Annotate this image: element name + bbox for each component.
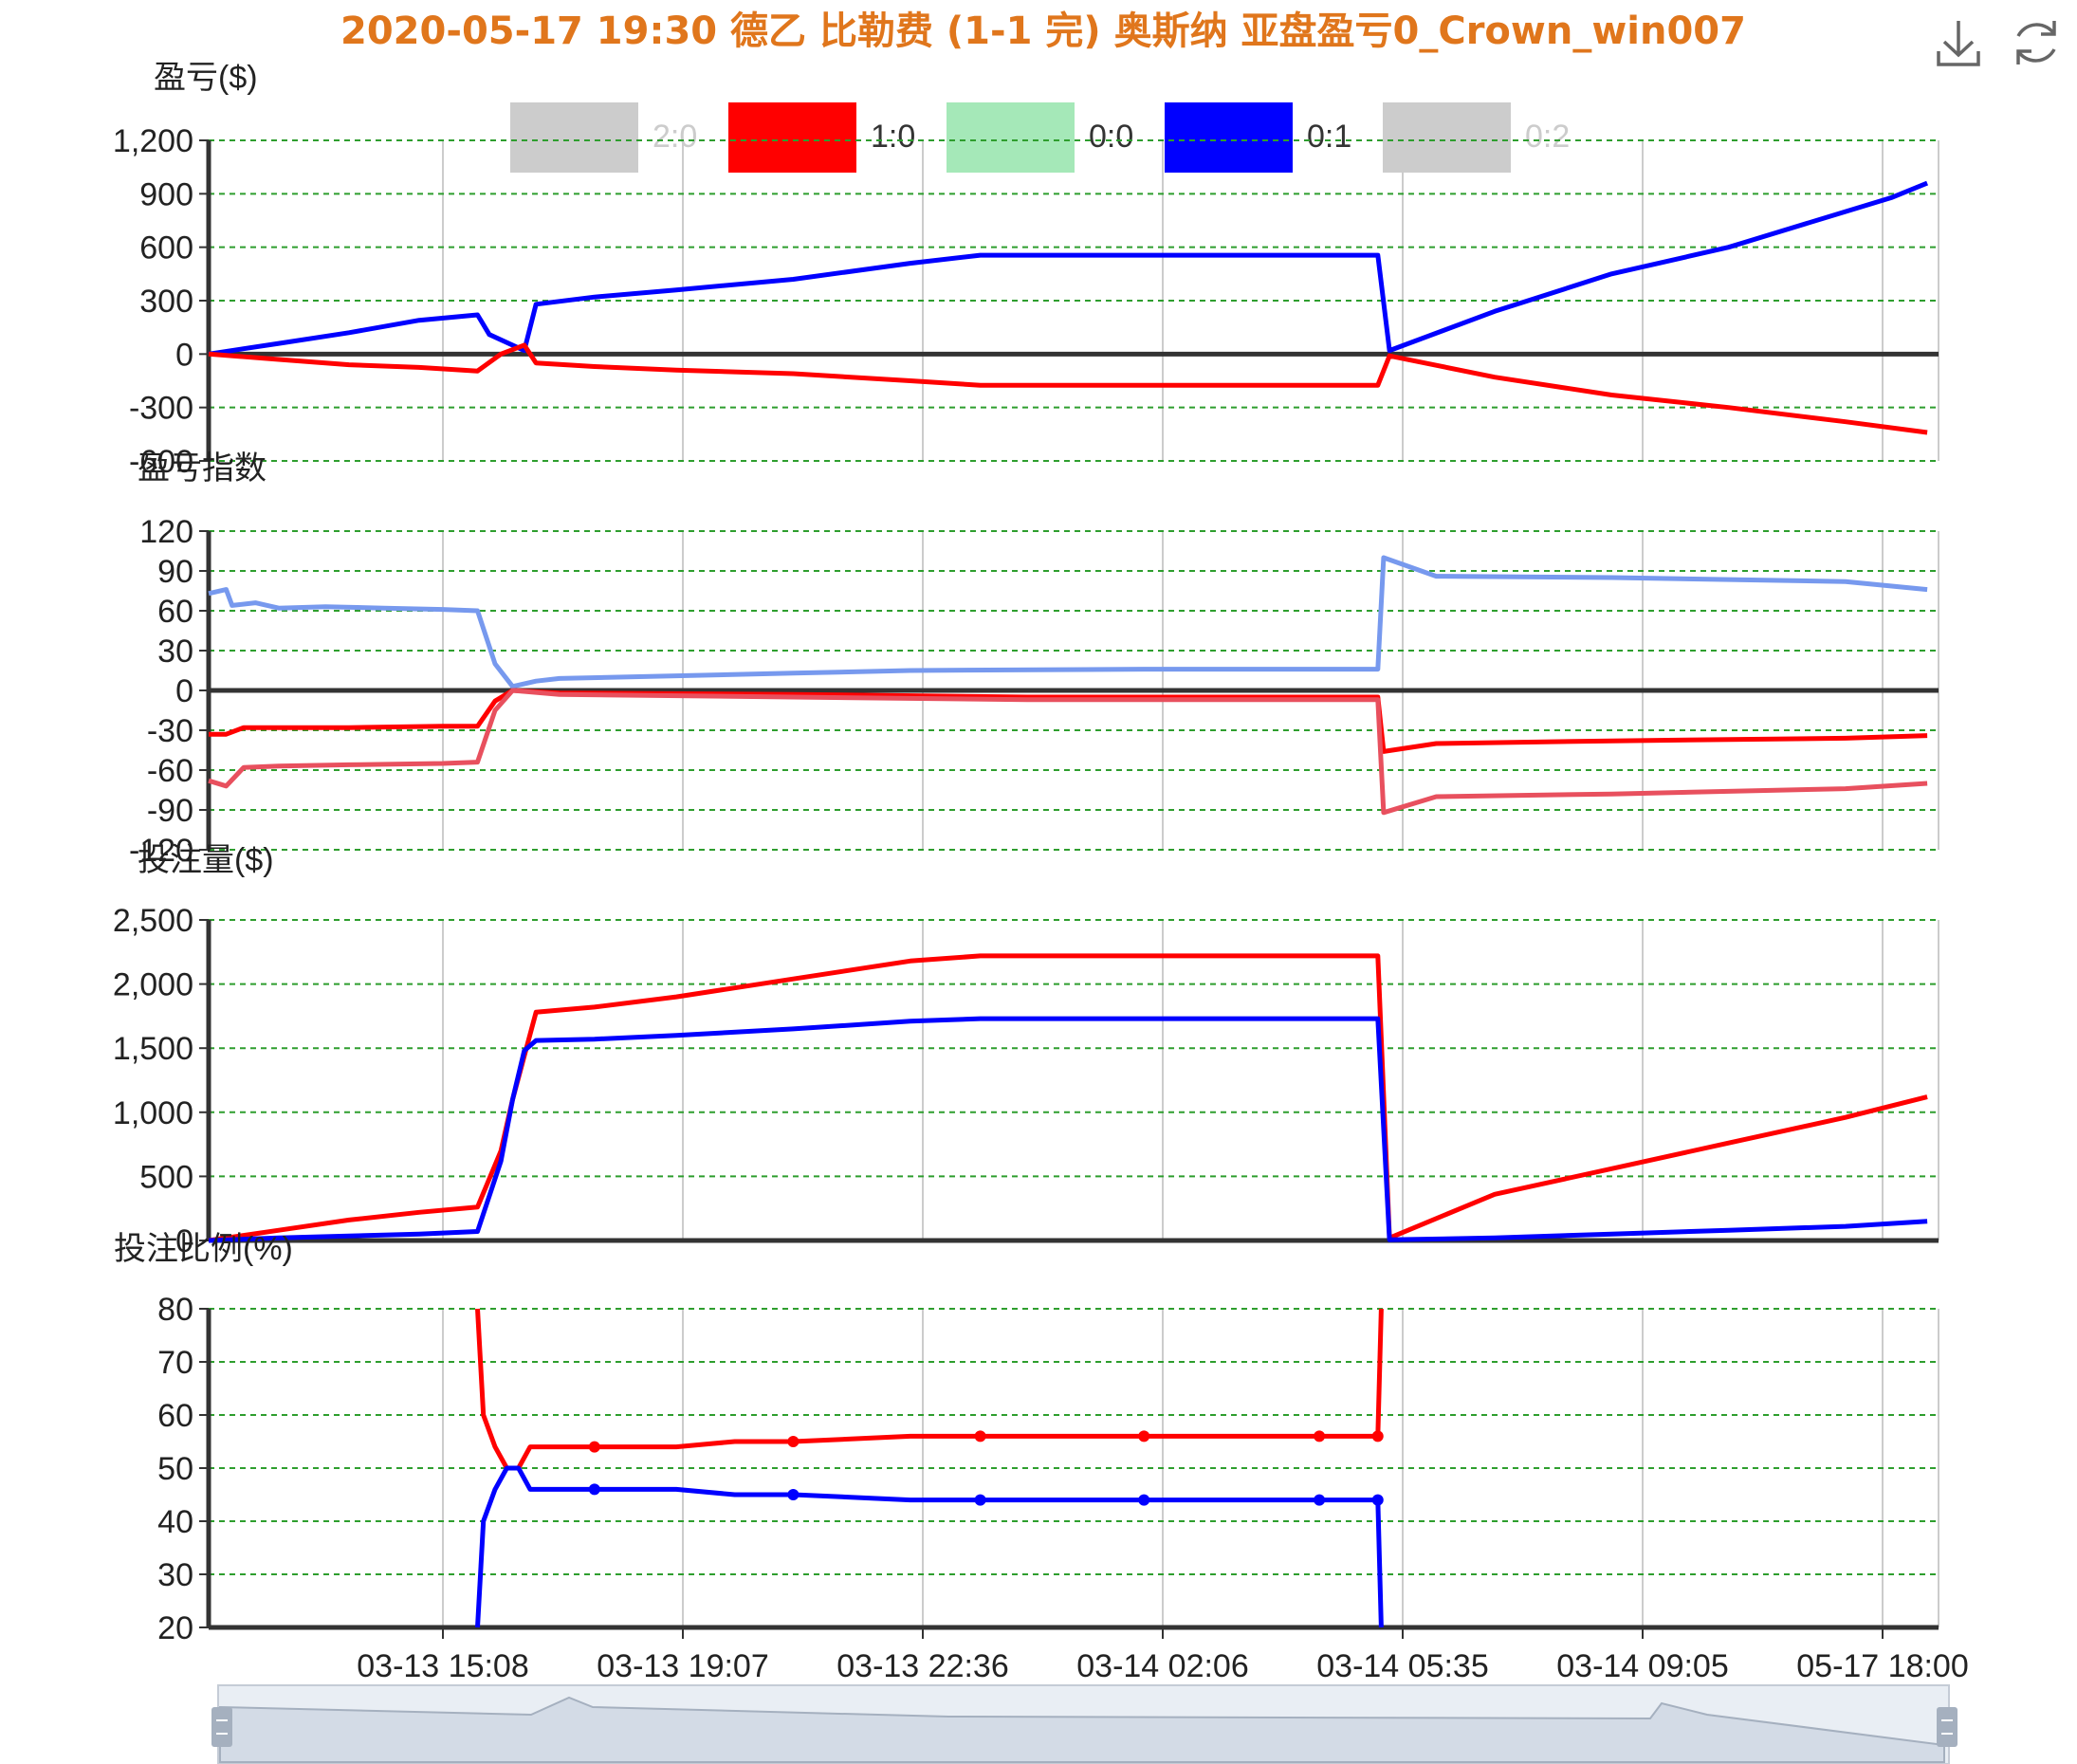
x-tick-label: 03-14 02:06 — [1076, 1648, 1249, 1684]
x-tick-label: 05-17 18:00 — [1796, 1648, 1969, 1684]
series-line-0-1 — [208, 555, 1928, 689]
y-tick-label: 80 — [157, 1292, 193, 1328]
series-point — [1314, 1494, 1326, 1506]
y-tick-label: 120 — [139, 514, 193, 550]
panel-2: 1209060300-30-60-90-120盈亏指数 — [129, 450, 1939, 869]
x-tick-label: 03-13 15:08 — [357, 1648, 529, 1684]
slider-right-handle[interactable] — [1937, 1707, 1958, 1747]
legend-label: 0:2 — [1525, 119, 1570, 155]
toolbox — [1937, 21, 2056, 66]
panel-title: 投注量($) — [138, 842, 274, 878]
y-tick-label: -300 — [129, 391, 193, 427]
legend-label: 1:0 — [871, 119, 915, 155]
series-point — [1371, 1494, 1384, 1506]
x-axis: 03-13 15:08 03-13 19:07 03-13 22:36 03-14 0… — [357, 1627, 1969, 1684]
legend-item-0-0[interactable]: 0:0 — [947, 102, 1133, 173]
y-tick-label: 30 — [157, 1557, 193, 1593]
x-tick-label: 03-13 19:07 — [597, 1648, 769, 1684]
y-tick-label: 1,500 — [113, 1031, 193, 1067]
x-tick-label: 03-14 09:05 — [1556, 1648, 1729, 1684]
y-tick-label: 50 — [157, 1451, 193, 1487]
x-tick-label: 03-13 22:36 — [836, 1648, 1009, 1684]
refresh-icon[interactable] — [2016, 21, 2056, 64]
legend-swatch — [1165, 102, 1293, 173]
legend-item-0-1[interactable]: 0:1 — [1165, 102, 1351, 173]
y-tick-label: 90 — [157, 554, 193, 590]
series-point — [588, 1483, 600, 1496]
y-tick-label: 40 — [157, 1504, 193, 1540]
series-point — [1138, 1494, 1150, 1506]
panel-title: 投注比例(%) — [114, 1231, 293, 1267]
series-point — [1371, 1430, 1384, 1442]
y-tick-label: 1,000 — [113, 1095, 193, 1131]
y-tick-label: 1,200 — [113, 123, 193, 159]
series-point — [787, 1436, 800, 1447]
x-tick-label: 03-14 05:35 — [1316, 1648, 1489, 1684]
data-zoom-slider[interactable] — [211, 1684, 1958, 1764]
panel-title: 盈亏($) — [154, 60, 258, 96]
panels: 1,2009006003000-300-600盈亏($)1209060300-3… — [113, 60, 1939, 1646]
legend-swatch — [728, 102, 856, 173]
y-tick-label: 2,500 — [113, 903, 193, 939]
legend-label: 0:0 — [1089, 119, 1133, 155]
series-point — [1314, 1430, 1326, 1442]
y-tick-label: -30 — [147, 713, 193, 749]
legend-swatch — [947, 102, 1075, 173]
series-line-1-0 — [208, 342, 1928, 435]
legend-item-2-0[interactable]: 2:0 — [510, 102, 697, 173]
y-tick-label: 20 — [157, 1610, 193, 1646]
chart-title: 2020-05-17 19:30 德乙 比勒费 (1-1 完) 奥斯纳 亚盘盈亏… — [340, 9, 1746, 53]
series-point — [588, 1441, 600, 1453]
legend-swatch — [510, 102, 638, 173]
legend-label: 2:0 — [653, 119, 697, 155]
panel-title: 盈亏指数 — [138, 450, 267, 487]
series-line-1-0 — [475, 1308, 1384, 1471]
series-point — [1138, 1430, 1150, 1442]
y-tick-label: 2,000 — [113, 967, 193, 1003]
series-line-1-0 — [208, 688, 1928, 816]
y-tick-label: 900 — [139, 176, 193, 212]
series-line-0-1 — [475, 1465, 1384, 1628]
y-tick-label: 30 — [157, 634, 193, 670]
panel-4: 80 70 60 50 40 30 20 投注比例(%) — [114, 1231, 1939, 1646]
series-line-1-0 — [208, 953, 1928, 1243]
y-tick-label: 300 — [139, 284, 193, 320]
legend-label: 0:1 — [1307, 119, 1351, 155]
legend: 2:0 1:0 0:0 0:1 0:2 — [510, 102, 1570, 173]
y-tick-label: -90 — [147, 793, 193, 829]
y-tick-label: 500 — [139, 1159, 193, 1195]
series-point — [974, 1494, 986, 1506]
download-icon[interactable] — [1937, 21, 1980, 66]
y-tick-label: -60 — [147, 753, 193, 789]
y-tick-label: 60 — [157, 1398, 193, 1434]
y-tick-label: 0 — [175, 673, 193, 709]
series-point — [974, 1430, 986, 1442]
y-tick-label: 0 — [175, 337, 193, 373]
legend-item-0-2[interactable]: 0:2 — [1383, 102, 1570, 173]
series-point — [787, 1489, 800, 1500]
slider-left-handle[interactable] — [211, 1707, 232, 1747]
series-line-0-1 — [208, 180, 1929, 357]
chart-canvas: 2020-05-17 19:30 德乙 比勒费 (1-1 完) 奥斯纳 亚盘盈亏… — [113, 9, 2056, 1764]
legend-item-1-0[interactable]: 1:0 — [728, 102, 915, 173]
y-tick-label: 600 — [139, 230, 193, 266]
y-tick-label: 70 — [157, 1345, 193, 1381]
y-tick-label: 60 — [157, 594, 193, 630]
panel-3: 2,5002,0001,5001,0005000投注量($) — [113, 842, 1939, 1259]
